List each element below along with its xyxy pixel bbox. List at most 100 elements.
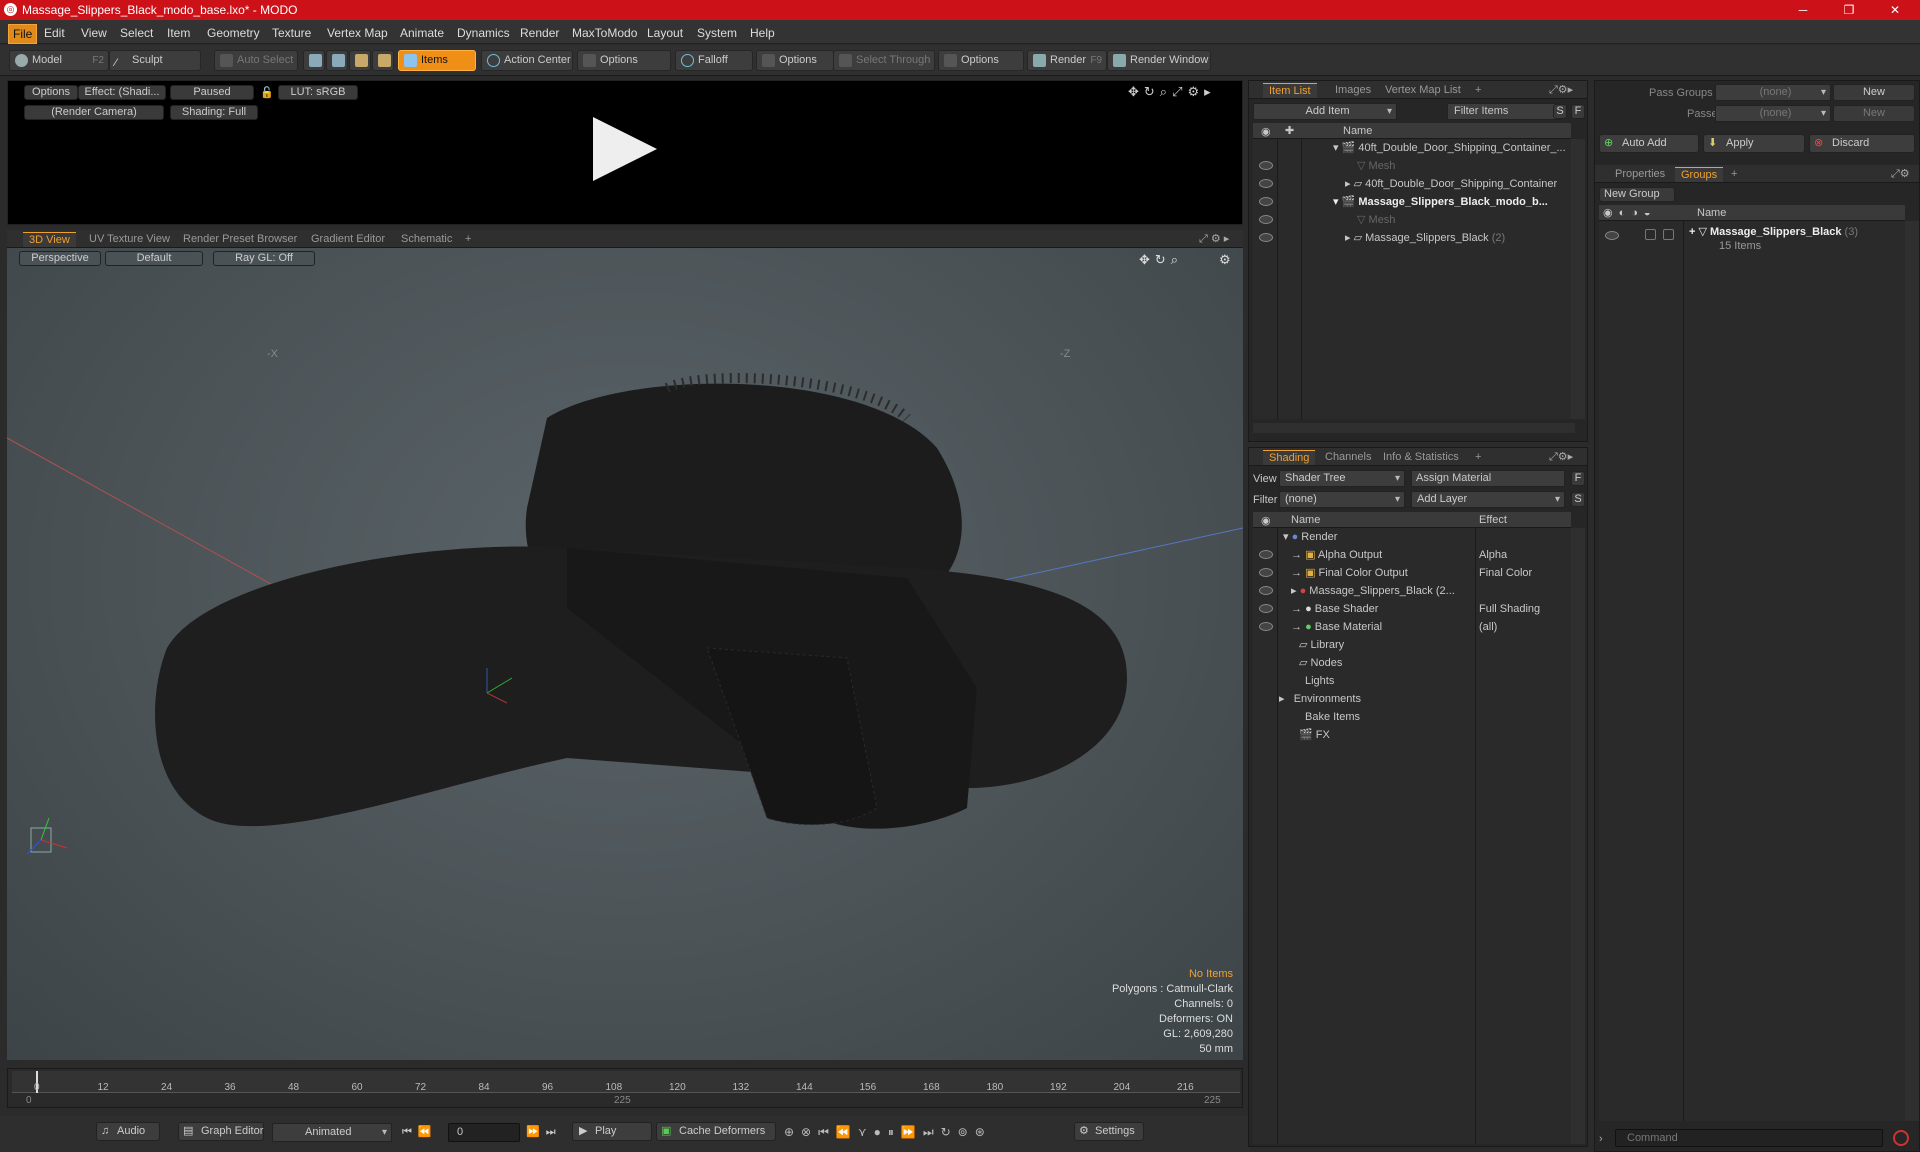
add-tab-button[interactable]: +	[1469, 450, 1487, 465]
preview-paused-button[interactable]: Paused	[170, 85, 254, 100]
menu-render[interactable]: Render	[516, 24, 563, 42]
list-item[interactable]: Bake Items	[1305, 708, 1360, 726]
filter-items-input[interactable]: Filter Items	[1447, 103, 1561, 120]
new-group-button[interactable]: New Group	[1599, 187, 1675, 202]
visibility-eye-icon[interactable]	[1259, 233, 1273, 242]
visibility-eye-icon[interactable]	[1259, 161, 1273, 170]
select-through-options-button[interactable]: Options	[938, 50, 1024, 71]
items-mode-button[interactable]: Items	[398, 50, 476, 71]
visibility-eye-icon[interactable]	[1259, 179, 1273, 188]
menu-layout[interactable]: Layout	[643, 24, 687, 42]
effect-value[interactable]: Final Color	[1479, 564, 1532, 582]
close-button[interactable]: ✕	[1872, 0, 1918, 20]
group-checkbox[interactable]	[1645, 229, 1656, 240]
list-item[interactable]: ▾ 🎬 Massage_Slippers_Black_modo_b...	[1333, 193, 1548, 211]
settings-button[interactable]: ⚙ Settings	[1074, 1122, 1144, 1141]
tab-3d-view[interactable]: 3D View	[23, 232, 76, 247]
model-mode-button[interactable]: Model F2	[9, 50, 109, 71]
sculpt-mode-button[interactable]: ⁄ Sculpt	[109, 50, 201, 71]
tab-vertex-map-list[interactable]: Vertex Map List	[1379, 83, 1467, 98]
group-checkbox[interactable]	[1663, 229, 1674, 240]
visibility-eye-icon[interactable]	[1259, 215, 1273, 224]
passes-dropdown[interactable]: (none)	[1715, 105, 1831, 122]
effect-value[interactable]: Full Shading	[1479, 600, 1540, 618]
tab-uv-texture-view[interactable]: UV Texture View	[83, 232, 176, 247]
render-window-button[interactable]: Render Window	[1107, 50, 1211, 71]
polygons-mode-button[interactable]	[349, 50, 371, 71]
materials-mode-button[interactable]	[372, 50, 394, 71]
tab-info-statistics[interactable]: Info & Statistics	[1377, 450, 1465, 465]
shading-s-button[interactable]: S	[1571, 492, 1585, 507]
list-item[interactable]: ▸ ● Massage_Slippers_Black (2...	[1291, 582, 1475, 600]
tab-item-list[interactable]: Item List	[1263, 83, 1317, 98]
render-button[interactable]: Render F9	[1027, 50, 1107, 71]
3d-viewport[interactable]: Perspective Default Ray GL: Off ✥↻⌕ ⚙ -X…	[7, 248, 1243, 1060]
falloff-button[interactable]: Falloff	[675, 50, 753, 71]
action-center-options-button[interactable]: Options	[577, 50, 671, 71]
list-item[interactable]: ▱ Library	[1299, 636, 1344, 654]
visibility-eye-icon[interactable]	[1259, 550, 1273, 559]
menu-item[interactable]: Item	[163, 24, 194, 42]
shading-f-button[interactable]: F	[1571, 471, 1585, 486]
shading-scrollbar[interactable]	[1571, 528, 1585, 1144]
key-controls[interactable]: ⊕⊗⏮⏪⋎●⏸⏩⏭↻⊚⊛	[784, 1125, 992, 1140]
list-item[interactable]: ▾ ● Render	[1283, 528, 1473, 546]
list-item[interactable]: 🎬 FX	[1299, 726, 1330, 744]
graph-editor-button[interactable]: ▤ Graph Editor	[178, 1122, 264, 1141]
filter-s-button[interactable]: S	[1553, 104, 1567, 119]
shading-dropdown[interactable]: Shading: Full	[170, 105, 258, 120]
list-item[interactable]: ▽ Mesh	[1357, 157, 1395, 175]
tab-properties[interactable]: Properties	[1609, 167, 1671, 182]
menu-geometry[interactable]: Geometry	[203, 24, 264, 42]
shader-tree[interactable]: ▾ ● Render → ▣ Alpha Output Alpha → ▣ Fi…	[1253, 528, 1571, 1144]
panel-icons[interactable]: ⤢⚙▸	[1549, 450, 1573, 464]
auto-add-button[interactable]: ⊕ Auto Add	[1599, 134, 1699, 153]
list-item[interactable]: → ▣ Alpha Output	[1291, 546, 1475, 564]
falloff-options-button[interactable]: Options	[756, 50, 834, 71]
play-icon[interactable]	[593, 117, 657, 181]
preview-nav-icons[interactable]: ✥↻⌕⤢⚙▸	[1128, 84, 1216, 100]
menu-maxtomodo[interactable]: MaxToModo	[568, 24, 641, 42]
menu-dynamics[interactable]: Dynamics	[453, 24, 514, 42]
visibility-eye-icon[interactable]	[1259, 197, 1273, 206]
list-item[interactable]: → ● Base Material	[1291, 618, 1475, 636]
timeline[interactable]: 0 12 24 36 48 60 72 84 96 108 120 132 144 156 168 180 19…	[7, 1068, 1243, 1108]
visibility-eye-icon[interactable]	[1259, 622, 1273, 631]
assign-material-button[interactable]: Assign Material	[1411, 470, 1565, 487]
menu-help[interactable]: Help	[746, 24, 779, 42]
pass-groups-dropdown[interactable]: (none)	[1715, 84, 1831, 101]
list-item[interactable]: ▸ ▱ 40ft_Double_Door_Shipping_Container	[1345, 175, 1557, 193]
groups-scrollbar[interactable]	[1905, 221, 1919, 1121]
new-pass-group-button[interactable]: New	[1833, 84, 1915, 101]
tab-schematic[interactable]: Schematic	[395, 232, 458, 247]
preview-effect-dropdown[interactable]: Effect: (Shadi...	[78, 85, 166, 100]
list-item[interactable]: ▾ 🎬 40ft_Double_Door_Shipping_Container_…	[1333, 139, 1566, 157]
visibility-eye-icon[interactable]	[1605, 231, 1619, 240]
command-record-icon[interactable]	[1893, 1130, 1909, 1146]
add-item-dropdown[interactable]: Add Item	[1253, 103, 1397, 120]
menu-texture[interactable]: Texture	[268, 24, 315, 42]
menu-vertex-map[interactable]: Vertex Map	[323, 24, 392, 42]
item-tree[interactable]: ▾ 🎬 40ft_Double_Door_Shipping_Container_…	[1253, 139, 1571, 419]
skip-end-controls[interactable]: ⏩⏭	[526, 1125, 562, 1139]
list-item[interactable]: ▸ Environments	[1279, 690, 1361, 708]
add-tab-button[interactable]: +	[1469, 83, 1487, 98]
apply-button[interactable]: ⬇ Apply	[1703, 134, 1805, 153]
list-item[interactable]: → ▣ Final Color Output	[1291, 564, 1475, 582]
visibility-eye-icon[interactable]	[1259, 568, 1273, 577]
group-row[interactable]: + ▽ Massage_Slippers_Black (3)	[1689, 223, 1858, 241]
render-camera-dropdown[interactable]: (Render Camera)	[24, 105, 164, 120]
list-item[interactable]: ▱ Nodes	[1299, 654, 1342, 672]
list-item[interactable]: ▽ Mesh	[1357, 211, 1395, 229]
list-item[interactable]: ▸ ▱ Massage_Slippers_Black (2)	[1345, 229, 1505, 247]
shader-tree-dropdown[interactable]: Shader Tree	[1279, 470, 1405, 487]
visibility-eye-icon[interactable]	[1259, 604, 1273, 613]
auto-select-button[interactable]: Auto Select	[214, 50, 298, 71]
cache-deformers-button[interactable]: ▣ Cache Deformers	[656, 1122, 776, 1141]
tab-gradient-editor[interactable]: Gradient Editor	[305, 232, 391, 247]
menu-view[interactable]: View	[77, 24, 111, 42]
audio-button[interactable]: ♫ Audio	[96, 1122, 160, 1141]
menu-system[interactable]: System	[693, 24, 741, 42]
discard-button[interactable]: ⊗ Discard	[1809, 134, 1915, 153]
tab-images[interactable]: Images	[1329, 83, 1377, 98]
